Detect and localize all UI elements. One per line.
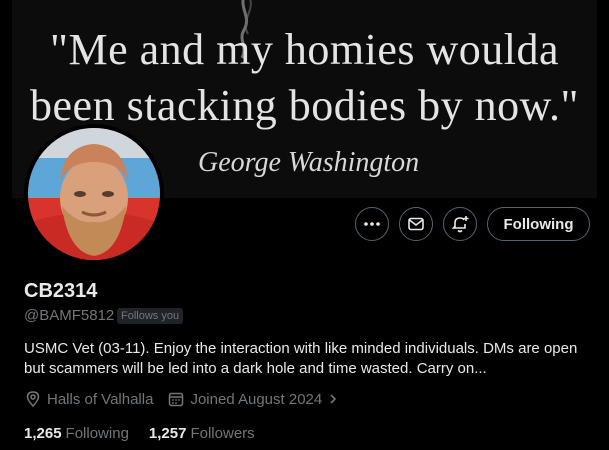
location-pin-icon (26, 391, 40, 408)
following-button[interactable]: Following (487, 207, 590, 241)
followers-stat[interactable]: 1,257 Followers (149, 425, 255, 442)
follow-stats: 1,265 Following 1,257 Followers (24, 425, 275, 442)
display-name: CB2314 (24, 280, 98, 302)
followers-label: Followers (190, 425, 255, 442)
joined-text: Joined August 2024 (190, 390, 323, 408)
mail-icon (408, 217, 424, 231)
banner-quote-line: "Me and my homies woulda (50, 25, 559, 74)
message-button[interactable] (399, 207, 433, 241)
profile-meta: Halls of Valhalla Joined August 2024 (24, 390, 345, 408)
calendar-icon (169, 392, 184, 407)
more-icon (364, 222, 380, 226)
joined-item[interactable]: Joined August 2024 (167, 390, 345, 408)
location-text: Halls of Valhalla (47, 390, 154, 408)
more-button[interactable] (355, 207, 389, 241)
bell-plus-icon (451, 216, 469, 233)
profile-bio: USMC Vet (03-11). Enjoy the interaction … (24, 340, 578, 377)
location-item: Halls of Valhalla (24, 390, 153, 408)
chevron-right-icon (330, 394, 337, 404)
following-count: 1,265 (24, 425, 62, 442)
notify-button[interactable] (443, 207, 477, 241)
banner-quote-attribution: George Washington (198, 147, 420, 178)
avatar[interactable] (24, 124, 164, 264)
follows-you-badge: Follows you (117, 308, 184, 324)
followers-count: 1,257 (148, 425, 187, 442)
following-label: Following (65, 425, 129, 442)
avatar-portrait (28, 128, 160, 260)
following-stat[interactable]: 1,265 Following (24, 425, 129, 442)
user-handle: @BAMF5812 (24, 307, 115, 324)
avatar-image (28, 128, 160, 260)
